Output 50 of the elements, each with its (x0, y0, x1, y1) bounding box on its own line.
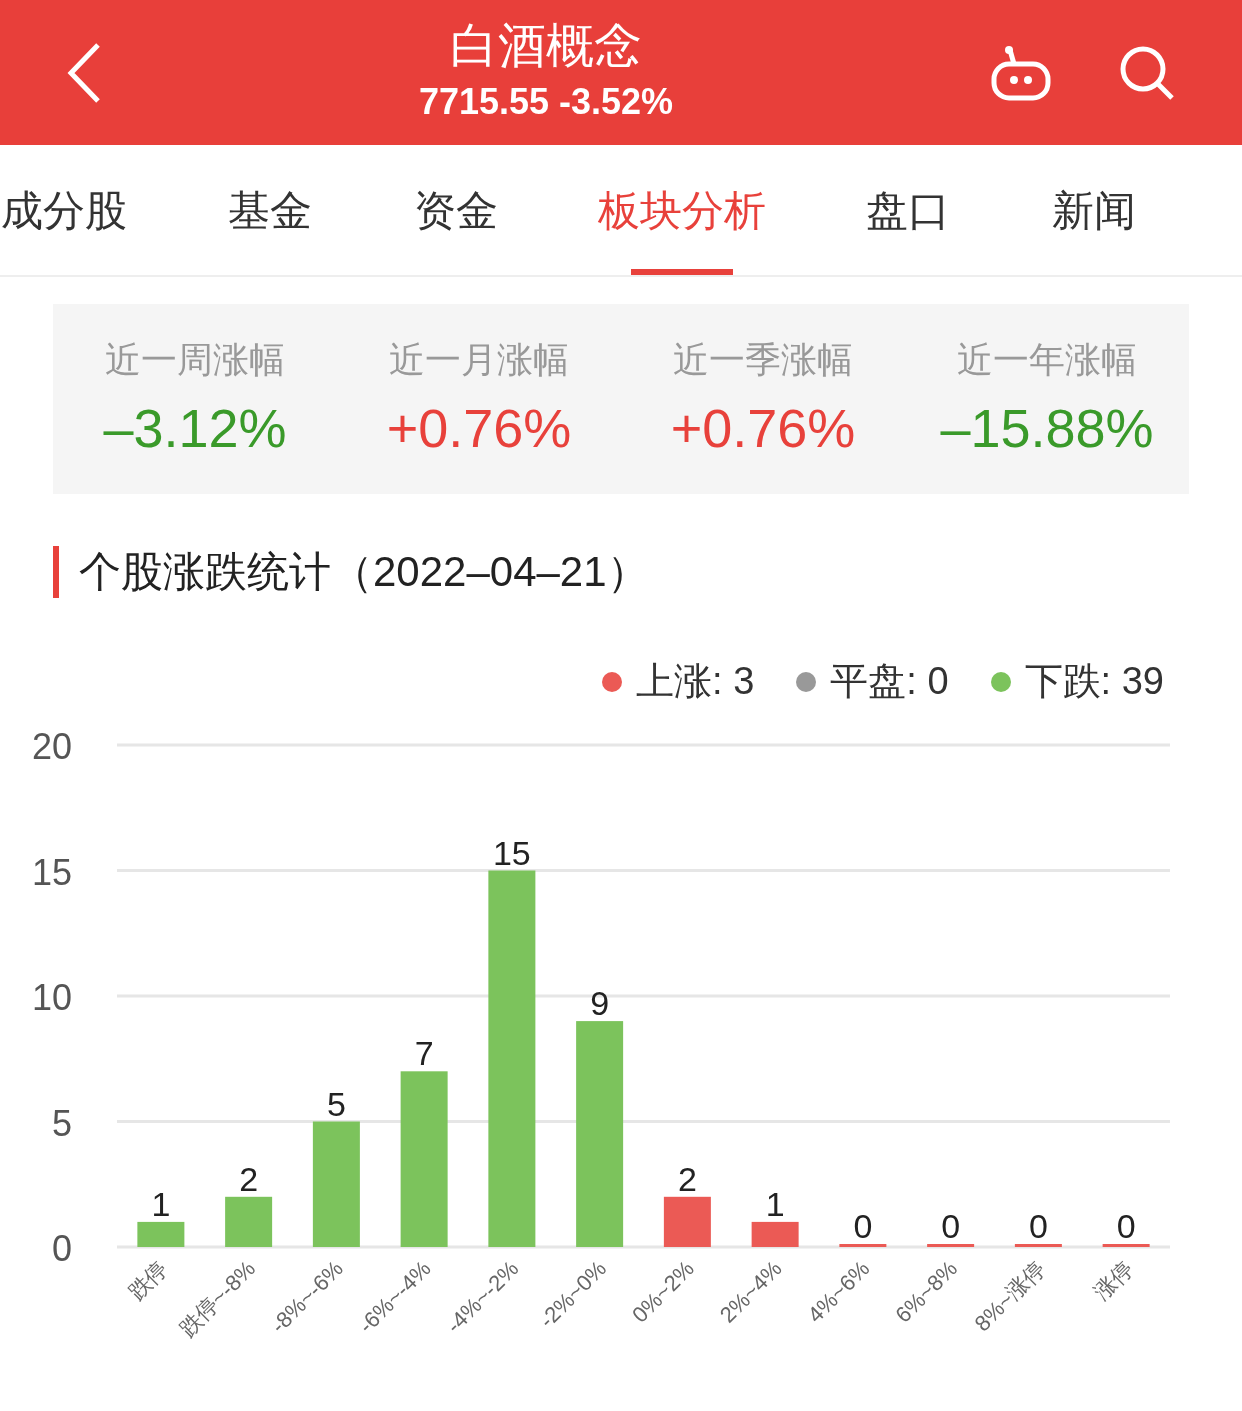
legend-label: 上涨: 3 (636, 659, 755, 704)
y-tick-label: 5 (51, 1102, 72, 1144)
bar-value-label: 2 (239, 1159, 259, 1198)
page-title: 白酒概念 (450, 17, 642, 74)
bar-value-label: 1 (151, 1184, 171, 1223)
x-axis-label: 涨停 (1088, 1255, 1138, 1305)
y-tick-label: 10 (31, 977, 72, 1018)
stat-label: 近一年涨幅 (957, 338, 1137, 382)
tab[interactable]: 成分股 (0, 145, 134, 275)
bar (1102, 1244, 1150, 1247)
bar-value-label: 7 (414, 1034, 434, 1073)
index-quote: 7715.55 -3.52% (418, 79, 674, 124)
bar-value-label: 0 (1028, 1207, 1048, 1245)
stat-label: 近一周涨幅 (105, 338, 285, 382)
x-axis-label: 跌停 (123, 1255, 173, 1305)
x-axis-label: 8%~涨停 (969, 1255, 1050, 1337)
legend-label: 下跌: 39 (1024, 659, 1164, 704)
bar (751, 1221, 799, 1247)
tab[interactable]: 基金 (220, 145, 320, 275)
stat-label: 近一月涨幅 (389, 338, 569, 382)
stat-value: –15.88% (940, 397, 1154, 460)
bar-value-label: 15 (492, 833, 531, 872)
bar-value-label: 0 (853, 1207, 873, 1245)
bar-value-label: 9 (590, 984, 610, 1023)
section-title: 个股涨跌统计（2022–04–21） (79, 547, 649, 597)
bar-value-label: 1 (765, 1184, 785, 1223)
tab[interactable]: 盘口 (858, 145, 958, 275)
bar-value-label: 0 (941, 1207, 961, 1245)
legend-label: 平盘: 0 (830, 659, 949, 704)
stat-label: 近一季涨幅 (673, 338, 853, 382)
stat-value: –3.12% (103, 397, 287, 460)
tab[interactable]: 新闻 (1044, 145, 1144, 275)
bar (927, 1244, 975, 1247)
bar (137, 1221, 185, 1247)
bar (1014, 1244, 1062, 1247)
stat-value: +0.76% (386, 397, 572, 460)
bar (663, 1196, 711, 1247)
y-tick-label: 20 (31, 726, 72, 767)
robot-icon[interactable] (990, 43, 1052, 102)
tab[interactable]: 板块分析 (592, 145, 772, 275)
bar-value-label: 5 (326, 1084, 346, 1123)
bar (839, 1244, 887, 1247)
bar-value-label: 0 (1116, 1207, 1136, 1245)
bar-value-label: 2 (677, 1159, 697, 1198)
y-tick-label: 0 (51, 1228, 72, 1269)
bar (225, 1196, 273, 1247)
tab[interactable]: 资金 (406, 145, 506, 275)
stat-value: +0.76% (670, 397, 856, 460)
back-icon[interactable] (66, 41, 102, 104)
y-tick-label: 15 (31, 851, 72, 893)
